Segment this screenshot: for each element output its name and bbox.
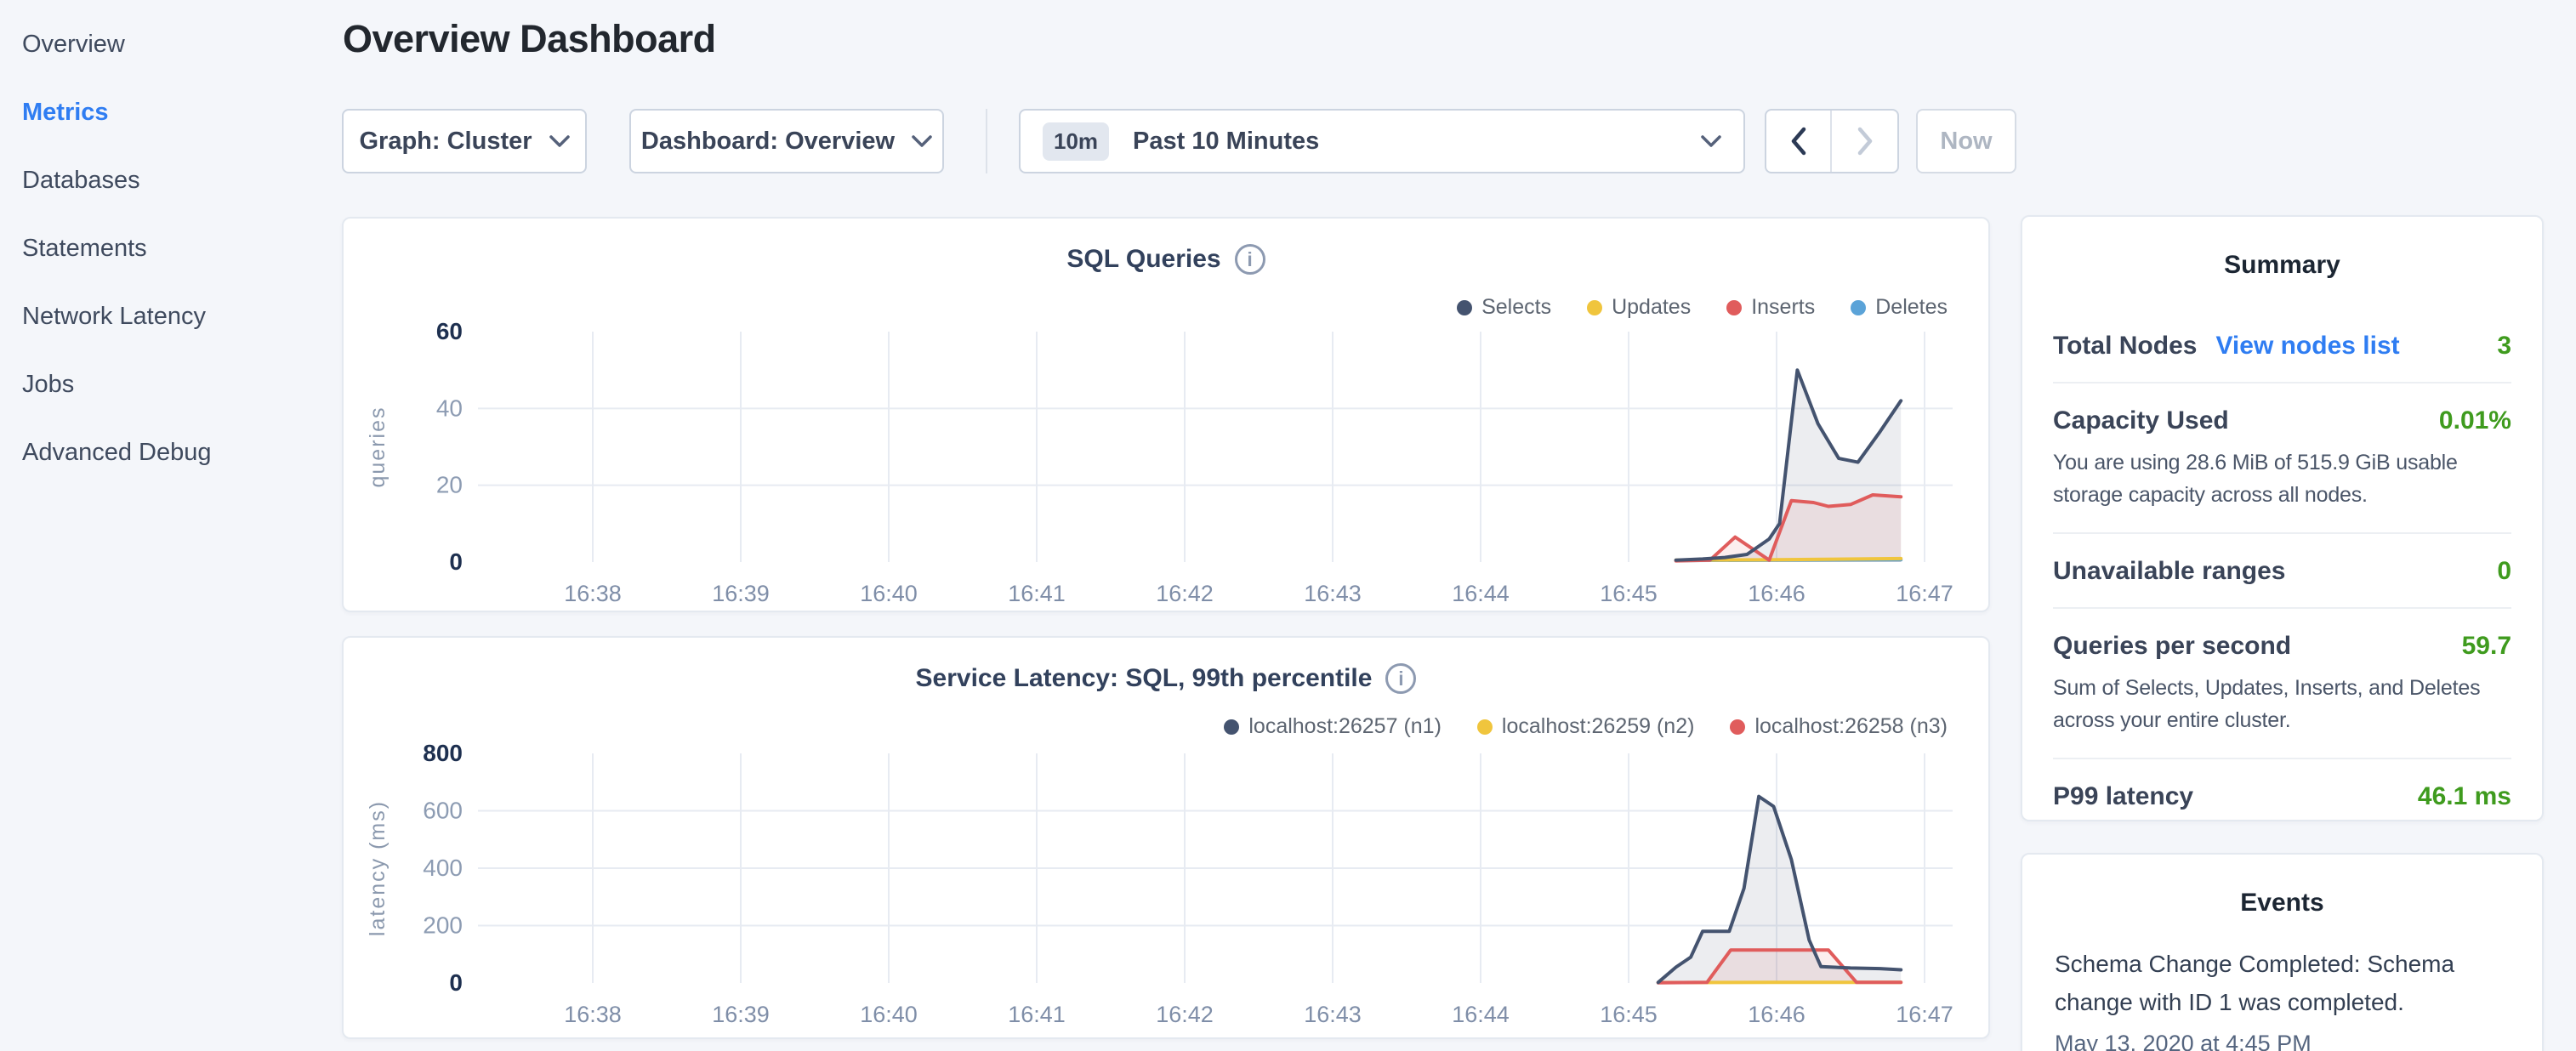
svg-text:queries: queries bbox=[366, 406, 390, 488]
summary-row-value: 3 bbox=[2497, 332, 2511, 361]
svg-text:16:44: 16:44 bbox=[1452, 1002, 1510, 1027]
event-message: Schema Change Completed: Schema change w… bbox=[2055, 945, 2510, 1022]
summary-row-p99-latency: P99 latency 46.1 ms bbox=[2053, 759, 2511, 832]
svg-text:16:46: 16:46 bbox=[1748, 581, 1805, 606]
chevron-left-icon bbox=[1789, 127, 1808, 156]
overview-dashboard-page: Overview Metrics Databases Statements Ne… bbox=[0, 0, 2576, 1051]
graph-scope-dropdown-label: Graph: Cluster bbox=[359, 128, 532, 156]
sql-queries-chart-card: SQL Queries i Selects Updates Inserts De… bbox=[342, 217, 1990, 612]
service-latency-chart-card: Service Latency: SQL, 99th percentile i … bbox=[342, 636, 1990, 1039]
svg-text:16:45: 16:45 bbox=[1600, 581, 1658, 606]
summary-panel-title: Summary bbox=[2053, 251, 2511, 280]
svg-text:200: 200 bbox=[423, 912, 463, 939]
view-nodes-list-link[interactable]: View nodes list bbox=[2215, 332, 2399, 361]
svg-text:600: 600 bbox=[423, 798, 463, 824]
svg-text:16:40: 16:40 bbox=[860, 581, 918, 606]
svg-text:800: 800 bbox=[423, 740, 463, 766]
svg-text:16:39: 16:39 bbox=[712, 1002, 770, 1027]
chevron-right-icon bbox=[1856, 127, 1874, 156]
sidebar-item-advanced-debug[interactable]: Advanced Debug bbox=[0, 418, 340, 486]
sidebar-item-statements[interactable]: Statements bbox=[0, 214, 340, 282]
summary-row-label: Capacity Used bbox=[2053, 406, 2229, 435]
svg-text:16:41: 16:41 bbox=[1008, 1002, 1066, 1027]
svg-text:16:45: 16:45 bbox=[1600, 1002, 1658, 1027]
events-panel-title: Events bbox=[2055, 889, 2510, 917]
time-range-label: Past 10 Minutes bbox=[1133, 128, 1701, 156]
sidebar: Overview Metrics Databases Statements Ne… bbox=[0, 10, 340, 486]
svg-text:0: 0 bbox=[449, 548, 463, 575]
svg-text:16:43: 16:43 bbox=[1304, 1002, 1362, 1027]
summary-row-description: Sum of Selects, Updates, Inserts, and De… bbox=[2053, 673, 2511, 736]
chevron-down-icon bbox=[912, 135, 932, 148]
svg-text:latency (ms): latency (ms) bbox=[366, 800, 390, 936]
svg-text:40: 40 bbox=[436, 395, 463, 421]
svg-text:16:38: 16:38 bbox=[564, 1002, 622, 1027]
svg-text:400: 400 bbox=[423, 855, 463, 881]
dashboard-dropdown-label: Dashboard: Overview bbox=[641, 128, 895, 156]
svg-text:16:39: 16:39 bbox=[712, 581, 770, 606]
dashboard-dropdown[interactable]: Dashboard: Overview bbox=[629, 109, 944, 173]
controls-divider bbox=[986, 109, 987, 173]
svg-text:0: 0 bbox=[449, 969, 463, 996]
summary-row-label: Total Nodes bbox=[2053, 332, 2197, 361]
sql-queries-chart[interactable]: 16:38 16:39 16:40 16:41 16:42 16:43 16:44 16:45… bbox=[344, 219, 1992, 614]
svg-text:16:42: 16:42 bbox=[1156, 581, 1214, 606]
sidebar-item-network-latency[interactable]: Network Latency bbox=[0, 282, 340, 350]
time-window-stepper bbox=[1765, 109, 1899, 173]
chevron-down-icon bbox=[1701, 135, 1721, 148]
graph-scope-dropdown[interactable]: Graph: Cluster bbox=[342, 109, 587, 173]
svg-text:16:43: 16:43 bbox=[1304, 581, 1362, 606]
svg-text:16:47: 16:47 bbox=[1896, 1002, 1953, 1027]
summary-panel: Summary Total Nodes View nodes list 3 Ca… bbox=[2021, 215, 2544, 821]
summary-row-value: 46.1 ms bbox=[2418, 782, 2511, 811]
sidebar-item-jobs[interactable]: Jobs bbox=[0, 350, 340, 418]
svg-text:16:44: 16:44 bbox=[1452, 581, 1510, 606]
svg-text:16:41: 16:41 bbox=[1008, 581, 1066, 606]
page-title: Overview Dashboard bbox=[343, 17, 716, 61]
sidebar-item-metrics[interactable]: Metrics bbox=[0, 78, 340, 146]
summary-row-label: Unavailable ranges bbox=[2053, 557, 2285, 586]
svg-text:16:40: 16:40 bbox=[860, 1002, 918, 1027]
svg-text:60: 60 bbox=[436, 318, 463, 344]
chevron-down-icon bbox=[549, 135, 570, 148]
now-button[interactable]: Now bbox=[1916, 109, 2016, 173]
event-timestamp: May 13, 2020 at 4:45 PM bbox=[2055, 1031, 2510, 1051]
summary-row-label: Queries per second bbox=[2053, 632, 2291, 661]
svg-text:16:46: 16:46 bbox=[1748, 1002, 1805, 1027]
summary-row-queries-per-second: Queries per second 59.7 Sum of Selects, … bbox=[2053, 609, 2511, 759]
service-latency-chart[interactable]: 16:38 16:39 16:40 16:41 16:42 16:43 16:44 16:45… bbox=[344, 638, 1992, 1041]
summary-row-capacity-used: Capacity Used 0.01% You are using 28.6 M… bbox=[2053, 383, 2511, 534]
summary-row-description: You are using 28.6 MiB of 515.9 GiB usab… bbox=[2053, 447, 2511, 511]
summary-row-value: 0 bbox=[2497, 557, 2511, 586]
time-step-back-button[interactable] bbox=[1766, 111, 1832, 172]
sidebar-item-overview[interactable]: Overview bbox=[0, 10, 340, 78]
summary-row-value: 59.7 bbox=[2462, 632, 2511, 661]
time-range-dropdown[interactable]: 10m Past 10 Minutes bbox=[1019, 109, 1745, 173]
summary-row-value: 0.01% bbox=[2439, 406, 2511, 435]
events-panel: Events Schema Change Completed: Schema c… bbox=[2021, 853, 2544, 1051]
summary-row-total-nodes: Total Nodes View nodes list 3 bbox=[2053, 309, 2511, 383]
svg-text:16:47: 16:47 bbox=[1896, 581, 1953, 606]
svg-text:20: 20 bbox=[436, 472, 463, 498]
time-step-forward-button[interactable] bbox=[1832, 111, 1897, 172]
svg-text:16:42: 16:42 bbox=[1156, 1002, 1214, 1027]
svg-text:16:38: 16:38 bbox=[564, 581, 622, 606]
sidebar-item-databases[interactable]: Databases bbox=[0, 146, 340, 214]
time-range-badge: 10m bbox=[1043, 122, 1109, 161]
summary-row-label: P99 latency bbox=[2053, 782, 2193, 811]
summary-row-unavailable-ranges: Unavailable ranges 0 bbox=[2053, 534, 2511, 609]
